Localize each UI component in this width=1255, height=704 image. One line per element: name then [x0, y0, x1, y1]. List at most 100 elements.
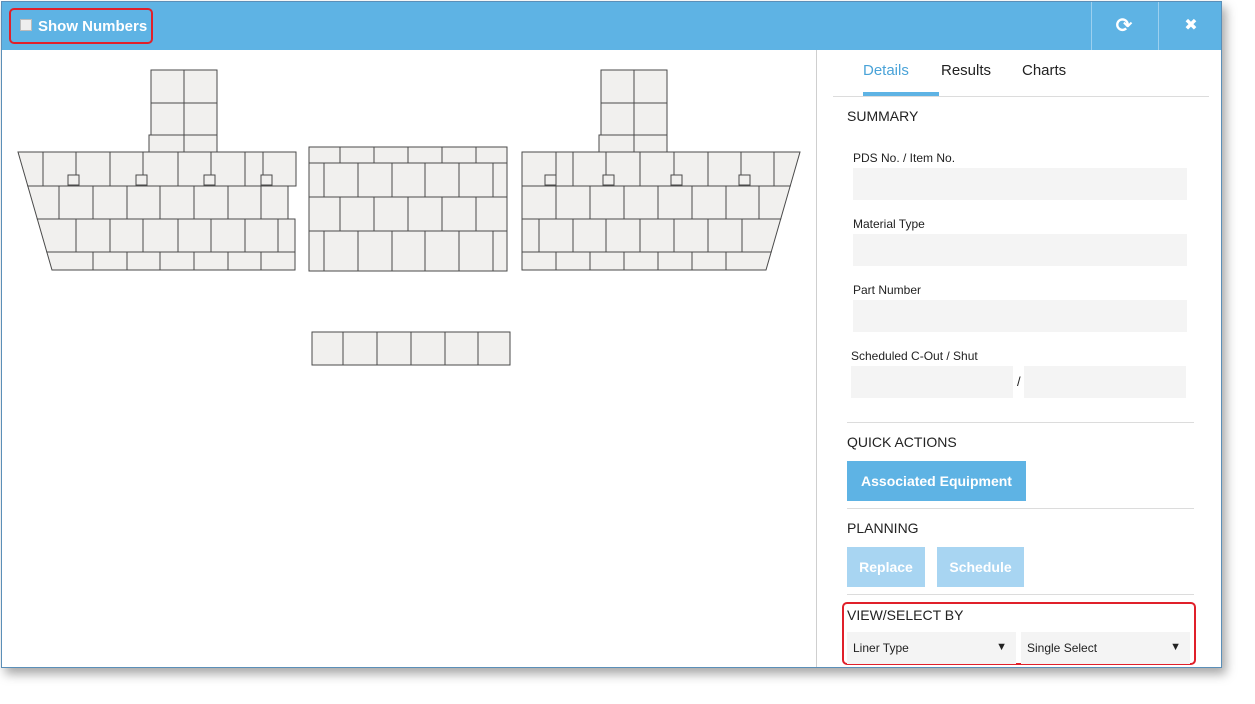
liner-tile[interactable]: [410, 331, 446, 366]
liner-tile[interactable]: [244, 151, 264, 187]
liner-tile[interactable]: [521, 218, 540, 253]
liner-tile[interactable]: [572, 218, 607, 253]
liner-tile[interactable]: [725, 251, 772, 271]
liner-tile[interactable]: [589, 251, 625, 271]
tab-charts[interactable]: Charts: [1022, 62, 1066, 79]
liner-tile[interactable]: [441, 196, 477, 232]
liner-tile[interactable]: [244, 218, 279, 253]
liner-tile[interactable]: [623, 251, 659, 271]
liner-tile[interactable]: [633, 69, 668, 104]
liner-tile[interactable]: [758, 185, 791, 220]
liner-tile[interactable]: [135, 174, 148, 186]
liner-tile[interactable]: [633, 134, 668, 153]
liner-tile[interactable]: [92, 251, 128, 271]
liner-tile[interactable]: [183, 69, 218, 104]
liner-tile[interactable]: [27, 185, 60, 220]
tab-details[interactable]: Details: [863, 62, 909, 79]
liner-tile[interactable]: [323, 162, 359, 198]
liner-tile[interactable]: [555, 251, 591, 271]
liner-tile[interactable]: [260, 185, 289, 220]
liner-tile[interactable]: [126, 185, 161, 220]
show-numbers-checkbox[interactable]: [20, 19, 32, 31]
liner-tile[interactable]: [150, 69, 185, 104]
liner-diagram[interactable]: [2, 50, 816, 667]
liner-tile[interactable]: [657, 251, 693, 271]
liner-tile[interactable]: [741, 218, 782, 253]
liner-tile[interactable]: [339, 196, 375, 232]
liner-tile[interactable]: [424, 162, 460, 198]
liner-tile[interactable]: [210, 218, 246, 253]
liner-tile[interactable]: [183, 102, 218, 136]
liner-tile[interactable]: [308, 230, 325, 272]
liner-tile[interactable]: [657, 185, 693, 220]
liner-tile[interactable]: [407, 146, 443, 164]
scheduled-cout-field[interactable]: [851, 366, 1013, 398]
liner-tile[interactable]: [203, 174, 216, 186]
scheduled-shut-field[interactable]: [1024, 366, 1186, 398]
liner-tile[interactable]: [373, 146, 409, 164]
liner-tile[interactable]: [58, 185, 94, 220]
liner-tile[interactable]: [725, 185, 760, 220]
liner-tile[interactable]: [67, 174, 80, 186]
select-mode-select[interactable]: Single Select ▼: [1021, 632, 1190, 664]
liner-tile[interactable]: [633, 102, 668, 136]
liner-tile[interactable]: [159, 185, 195, 220]
liner-tile[interactable]: [46, 251, 94, 271]
liner-tile[interactable]: [521, 185, 557, 220]
liner-tile[interactable]: [707, 218, 743, 253]
liner-tile[interactable]: [639, 151, 675, 187]
liner-tile[interactable]: [691, 185, 727, 220]
liner-tile[interactable]: [691, 251, 727, 271]
liner-tile[interactable]: [458, 230, 494, 272]
liner-tile[interactable]: [227, 185, 262, 220]
liner-tile[interactable]: [342, 331, 378, 366]
liner-tile[interactable]: [538, 218, 574, 253]
show-numbers-toggle[interactable]: Show Numbers: [9, 8, 153, 44]
material-type-field[interactable]: [853, 234, 1187, 266]
liner-tile[interactable]: [589, 185, 625, 220]
liner-tile[interactable]: [598, 134, 635, 153]
part-number-field[interactable]: [853, 300, 1187, 332]
liner-tile[interactable]: [521, 251, 557, 271]
liner-tile[interactable]: [75, 151, 111, 187]
schedule-button[interactable]: Schedule: [937, 547, 1024, 587]
liner-tile[interactable]: [373, 196, 409, 232]
liner-tile[interactable]: [75, 218, 111, 253]
associated-equipment-button[interactable]: Associated Equipment: [847, 461, 1026, 501]
liner-tile[interactable]: [357, 230, 393, 272]
liner-tile[interactable]: [555, 151, 574, 187]
liner-tile[interactable]: [308, 146, 341, 164]
liner-tile[interactable]: [670, 174, 683, 186]
liner-tile[interactable]: [600, 102, 635, 136]
tab-results[interactable]: Results: [941, 62, 991, 79]
liner-tile[interactable]: [773, 151, 801, 187]
liner-tile[interactable]: [142, 218, 179, 253]
refresh-button[interactable]: ⟳: [1091, 2, 1156, 50]
liner-tile[interactable]: [492, 162, 508, 198]
liner-tile[interactable]: [311, 331, 344, 366]
liner-tile[interactable]: [260, 251, 296, 271]
liner-tile[interactable]: [92, 185, 128, 220]
liner-tile[interactable]: [193, 251, 229, 271]
pds-field[interactable]: [853, 168, 1187, 200]
liner-tile[interactable]: [492, 230, 508, 272]
liner-tile[interactable]: [475, 146, 508, 164]
liner-tile[interactable]: [441, 146, 477, 164]
liner-tile[interactable]: [639, 218, 675, 253]
liner-tile[interactable]: [605, 218, 641, 253]
liner-tile[interactable]: [17, 151, 44, 187]
liner-tile[interactable]: [183, 134, 218, 153]
liner-tile[interactable]: [227, 251, 262, 271]
liner-tile[interactable]: [572, 151, 607, 187]
liner-tile[interactable]: [142, 151, 179, 187]
liner-tile[interactable]: [707, 151, 742, 187]
liner-tile[interactable]: [602, 174, 615, 186]
liner-tile[interactable]: [600, 69, 635, 104]
liner-tile[interactable]: [260, 174, 273, 186]
liner-tile[interactable]: [323, 230, 359, 272]
liner-tile[interactable]: [444, 331, 479, 366]
liner-tile[interactable]: [738, 174, 751, 186]
liner-diagram-svg[interactable]: [2, 50, 816, 667]
liner-tile[interactable]: [555, 185, 591, 220]
liner-tile[interactable]: [391, 162, 426, 198]
